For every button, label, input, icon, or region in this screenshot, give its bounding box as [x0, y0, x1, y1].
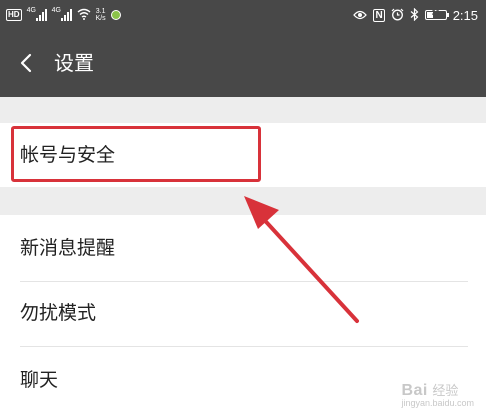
- watermark-text: 经验: [432, 383, 459, 398]
- watermark-url: jingyan.baidu.com: [401, 398, 474, 408]
- arrow-up-left-icon: [244, 196, 359, 323]
- watermark: Bai 经验 jingyan.baidu.com: [401, 380, 474, 408]
- watermark-logo: Bai: [401, 382, 428, 399]
